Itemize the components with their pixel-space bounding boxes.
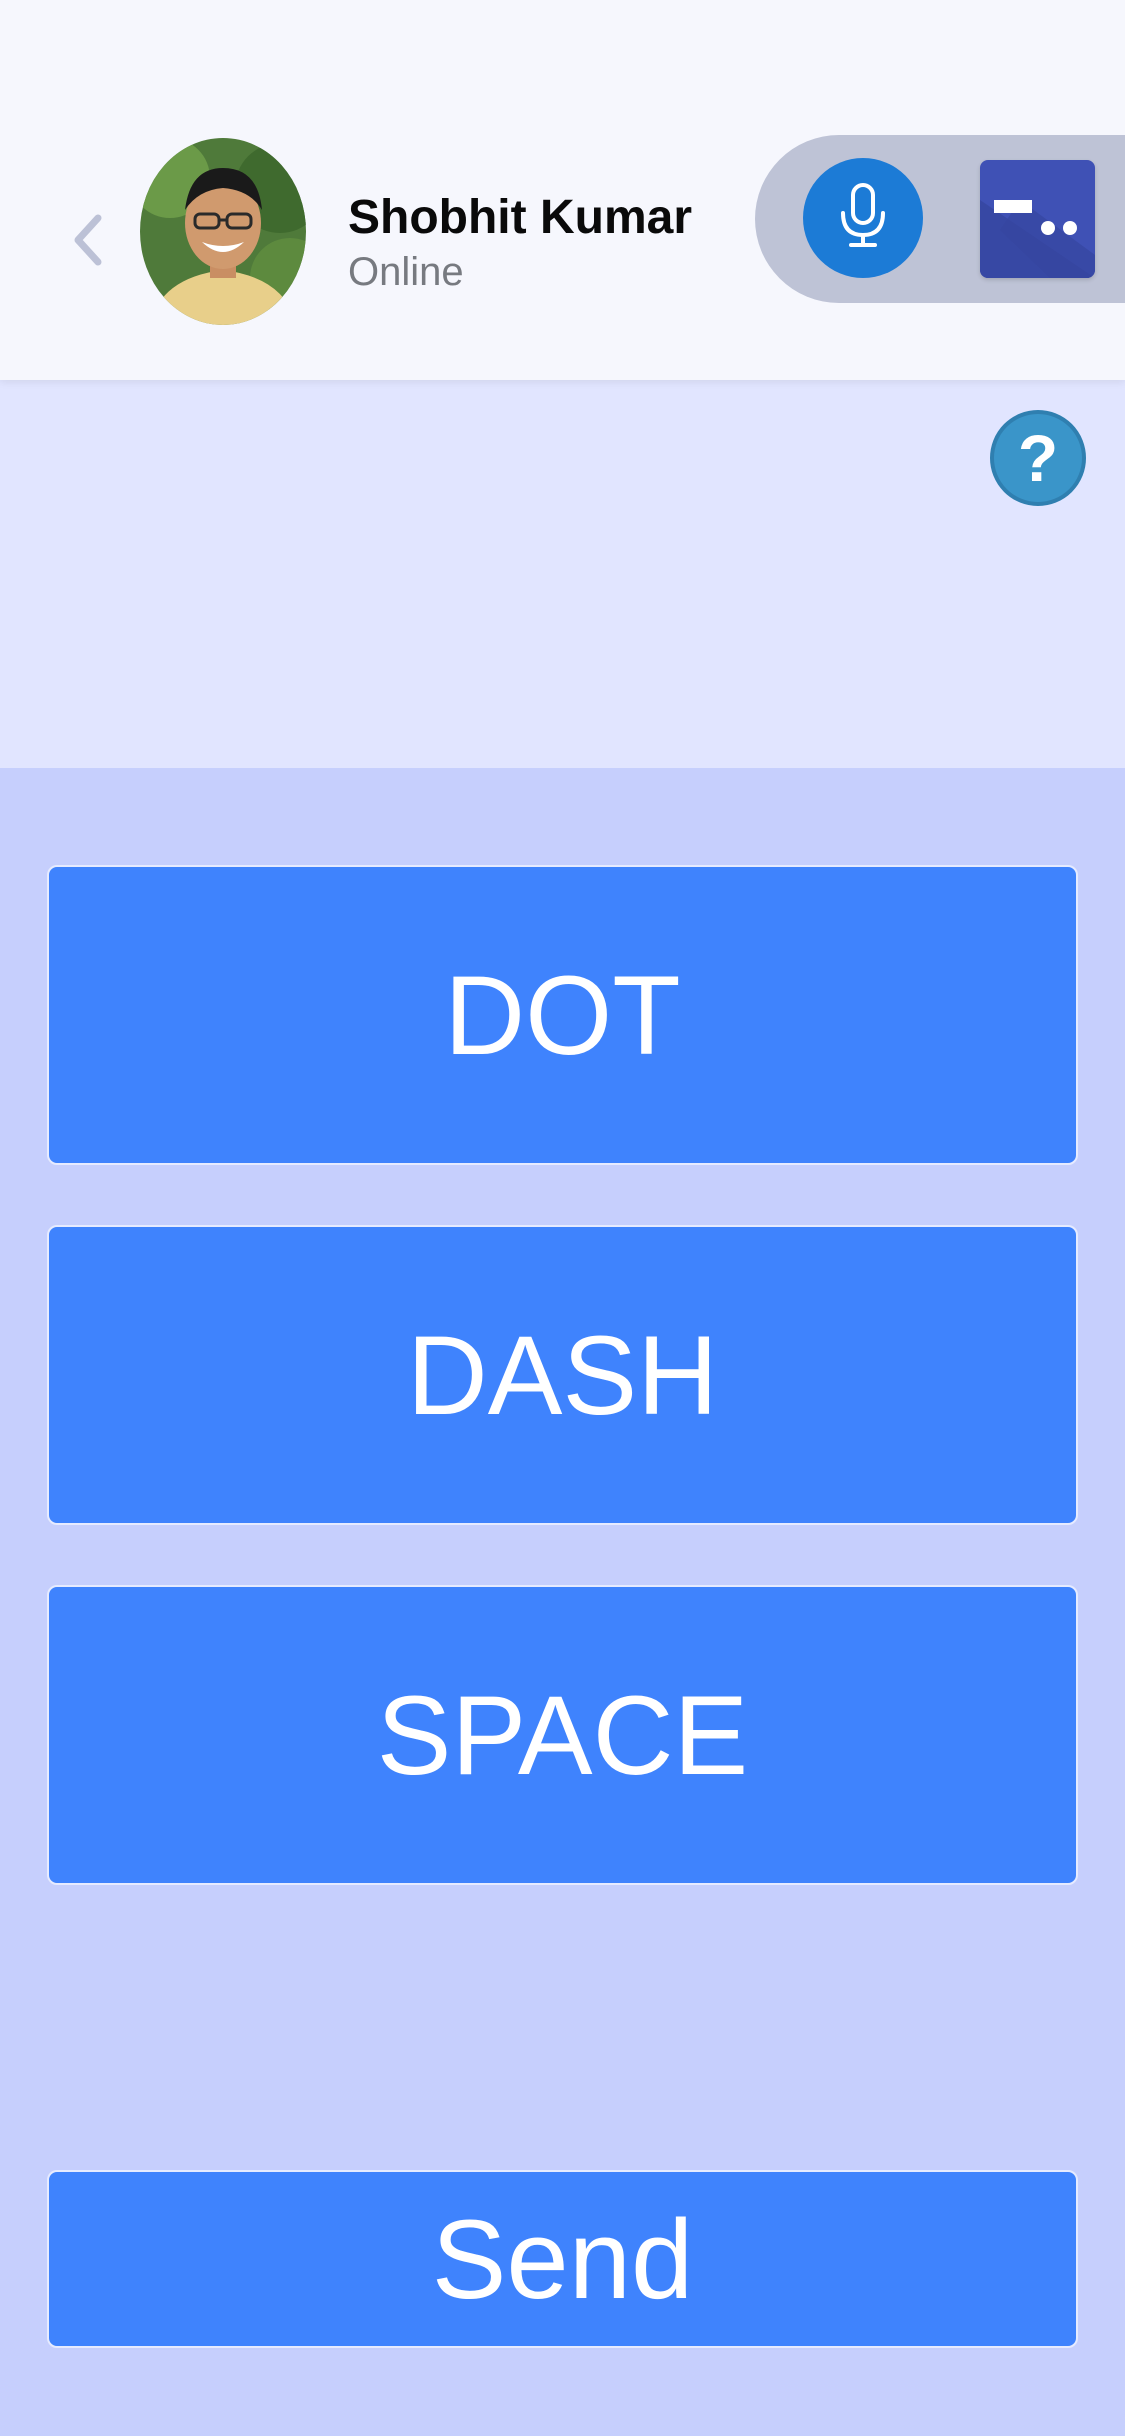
microphone-icon [833,181,893,256]
dot-button[interactable]: DOT [47,865,1078,1165]
dash-button[interactable]: DASH [47,1225,1078,1525]
back-chevron-icon[interactable] [68,210,108,270]
help-button[interactable]: ? [990,410,1086,506]
morse-code-icon [980,200,1095,278]
space-button[interactable]: SPACE [47,1585,1078,1885]
avatar[interactable] [140,138,306,325]
contact-status: Online [348,250,464,294]
chat-header: Shobhit Kumar Online [0,0,1125,380]
info-area [0,380,1125,768]
contact-name: Shobhit Kumar [348,191,692,244]
send-button[interactable]: Send [47,2170,1078,2348]
morse-mode-button[interactable] [980,160,1095,278]
mic-button[interactable] [803,158,923,278]
